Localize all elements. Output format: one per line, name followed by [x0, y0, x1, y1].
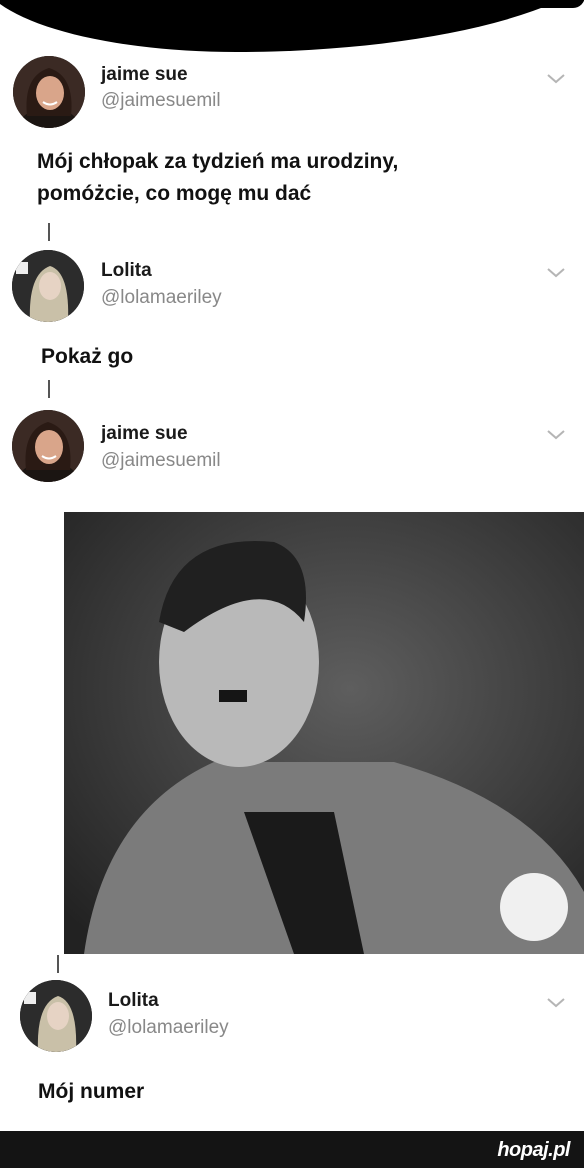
author-name[interactable]: jaime sue	[101, 64, 188, 86]
avatar-lolita[interactable]	[12, 250, 84, 322]
chevron-down-icon[interactable]	[545, 428, 567, 442]
tweet-photo[interactable]	[64, 512, 584, 954]
tweet-text: Mój numer	[38, 1080, 145, 1103]
chevron-down-icon[interactable]	[545, 72, 567, 86]
portrait-photo-icon	[64, 512, 584, 954]
thread-connector	[48, 223, 50, 241]
thread-connector	[57, 955, 59, 973]
brand-watermark[interactable]: hopaj.pl	[497, 1139, 570, 1162]
tweet-text-line-2: pomóżcie, co mogę mu dać	[37, 182, 312, 205]
author-name[interactable]: jaime sue	[101, 423, 188, 445]
author-handle[interactable]: @jaimesuemil	[101, 90, 221, 112]
avatar-jaime[interactable]	[12, 410, 84, 482]
author-handle[interactable]: @lolamaeriley	[101, 287, 222, 309]
author-name[interactable]: Lolita	[101, 260, 152, 282]
author-handle[interactable]: @lolamaeriley	[108, 1017, 229, 1039]
tweet-text: Pokaż go	[41, 345, 134, 368]
author-handle[interactable]: @jaimesuemil	[101, 450, 221, 472]
chevron-down-icon[interactable]	[545, 266, 567, 280]
chevron-down-icon[interactable]	[545, 996, 567, 1010]
author-name[interactable]: Lolita	[108, 990, 159, 1012]
thread-connector	[48, 380, 50, 398]
top-black-smudge	[0, 0, 584, 58]
tweet-text-line-1: Mój chłopak za tydzień ma urodziny,	[37, 150, 399, 173]
tweet-text: Mój chłopak za tydzień ma urodziny, pomó…	[37, 146, 398, 210]
footer-bar: hopaj.pl	[0, 1131, 584, 1168]
avatar-lolita[interactable]	[20, 980, 92, 1052]
avatar-jaime[interactable]	[13, 56, 85, 128]
